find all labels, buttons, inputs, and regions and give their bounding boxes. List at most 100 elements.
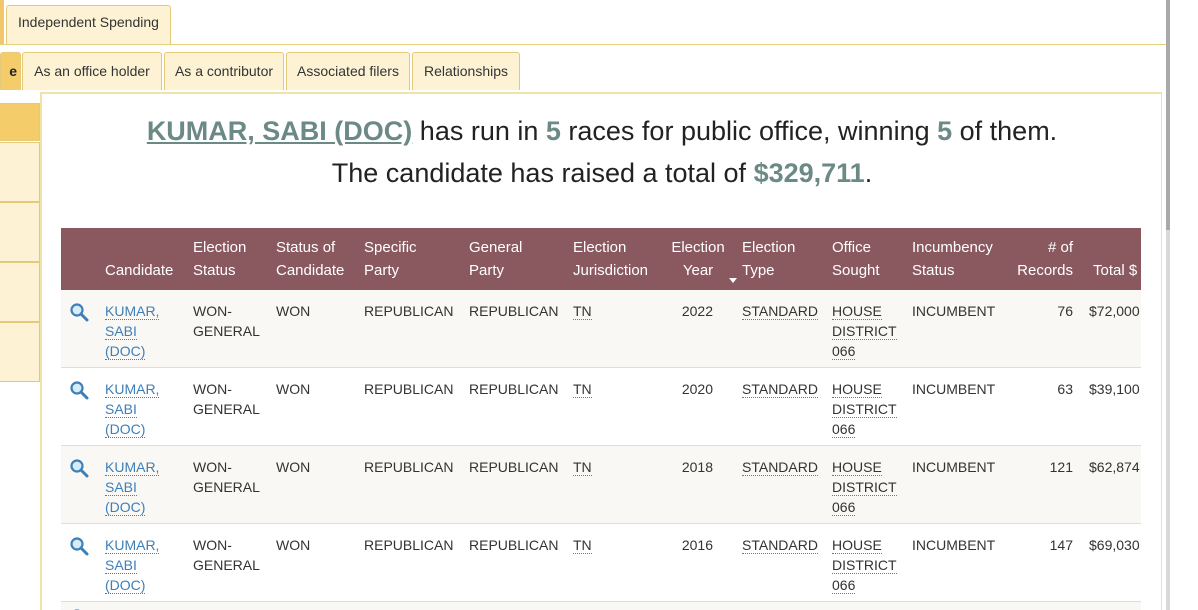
side-item-3[interactable]: [0, 202, 40, 262]
side-item-1[interactable]: [0, 103, 40, 141]
col-candidate[interactable]: Candidate: [105, 259, 173, 282]
type-cell: STANDARD: [742, 457, 818, 477]
col-status-of-candidate[interactable]: Status of Candidate: [276, 236, 344, 282]
table-row: [61, 602, 1141, 610]
specific-party-cell: REPUBLICAN: [364, 537, 454, 553]
candidate-link-l3[interactable]: (DOC): [105, 343, 146, 360]
tab-contributor[interactable]: As a contributor: [164, 52, 284, 90]
candidate-link-l3[interactable]: (DOC): [105, 421, 146, 438]
side-item-2[interactable]: [0, 142, 40, 202]
year-cell: 2022: [681, 303, 713, 319]
total-raised: $329,711: [753, 158, 865, 188]
election-status-l2: GENERAL: [193, 557, 260, 573]
col-election-status-l1: Election: [193, 239, 247, 256]
office-l2: DISTRICT: [832, 323, 897, 340]
col-records[interactable]: # of Records: [1007, 236, 1073, 282]
general-party-cell: REPUBLICAN: [469, 537, 559, 553]
col-general-party-l2: Party: [469, 262, 505, 279]
records-cell: 76: [1057, 303, 1073, 319]
jurisdiction-cell: TN: [573, 301, 592, 321]
top-tab-edge[interactable]: [0, 0, 4, 44]
col-specific-party[interactable]: Specific Party: [364, 236, 417, 282]
candidate-link-l1[interactable]: KUMAR,: [105, 459, 160, 476]
col-election-type[interactable]: Election Type: [742, 236, 795, 282]
status-cell: WON: [276, 459, 311, 475]
col-total[interactable]: Total $: [1093, 259, 1137, 282]
incumbency-cell: INCUMBENT: [912, 459, 996, 475]
tab-relationships[interactable]: Relationships: [412, 52, 520, 90]
election-status-l1: WON-: [193, 537, 232, 553]
tab-associated-filers[interactable]: Associated filers: [286, 52, 410, 90]
jurisdiction-cell: TN: [573, 457, 592, 477]
col-election-status[interactable]: Election Status: [193, 236, 246, 282]
total-cell: $69,030: [1089, 537, 1140, 553]
specific-party-cell: REPUBLICAN: [364, 303, 454, 319]
summary-line-1: KUMAR, SABI (DOC) has run in 5 races for…: [62, 110, 1142, 152]
col-office-sought[interactable]: Office Sought: [832, 236, 880, 282]
candidate-link-l1[interactable]: KUMAR,: [105, 381, 160, 398]
office-l1: HOUSE: [832, 459, 882, 476]
col-specific-party-l2: Party: [364, 262, 400, 279]
office-l2: DISTRICT: [832, 557, 897, 574]
tab-office-holder[interactable]: As an office holder: [22, 52, 162, 90]
col-incumbency[interactable]: Incumbency Status: [912, 236, 993, 282]
magnifier-icon[interactable]: [69, 458, 89, 478]
office-l3: 066: [832, 499, 856, 516]
candidate-link-l2[interactable]: SABI: [105, 323, 137, 340]
tab-active-partial[interactable]: e: [0, 52, 21, 90]
candidate-cell[interactable]: KUMAR, SABI (DOC): [105, 301, 160, 361]
candidate-link-l3[interactable]: (DOC): [105, 499, 146, 516]
table-row: KUMAR, SABI (DOC) WON- GENERAL WON REPUBLIC…: [61, 446, 1141, 524]
candidate-link-l1[interactable]: KUMAR,: [105, 537, 160, 554]
col-incumbency-l1: Incumbency: [912, 239, 993, 256]
candidate-link-l2[interactable]: SABI: [105, 479, 137, 496]
candidate-link-l2[interactable]: SABI: [105, 557, 137, 574]
summary-line-2: The candidate has raised a total of $329…: [62, 152, 1142, 194]
election-status-l2: GENERAL: [193, 401, 260, 417]
summary-text-4: The candidate has raised a total of: [331, 158, 754, 188]
col-jurisdiction[interactable]: Election Jurisdiction: [573, 236, 648, 282]
status-cell: WON: [276, 381, 311, 397]
col-election-year[interactable]: Election Year: [669, 236, 727, 282]
magnifier-icon[interactable]: [69, 536, 89, 556]
general-party-cell: REPUBLICAN: [469, 459, 559, 475]
candidate-link-l3[interactable]: (DOC): [105, 577, 146, 594]
magnifier-icon[interactable]: [69, 380, 89, 400]
election-status-cell: WON- GENERAL: [193, 457, 260, 497]
candidate-link-l2[interactable]: SABI: [105, 401, 137, 418]
summary-text-2: races for public office, winning: [560, 116, 938, 146]
jurisdiction-abbr: TN: [573, 381, 592, 398]
side-item-4[interactable]: [0, 262, 40, 322]
table-header: Candidate Election Status Status of Candid…: [61, 228, 1141, 290]
candidate-name-link[interactable]: KUMAR, SABI (DOC): [147, 116, 412, 146]
sub-tab-bar: e As an office holder As a contributor A…: [0, 52, 1168, 92]
magnifier-icon[interactable]: [69, 302, 89, 322]
office-l1: HOUSE: [832, 537, 882, 554]
general-party-cell: REPUBLICAN: [469, 381, 559, 397]
total-cell: $62,874: [1089, 459, 1140, 475]
col-incumbency-l2: Status: [912, 262, 955, 279]
year-cell: 2018: [681, 459, 713, 475]
candidate-cell[interactable]: KUMAR, SABI (DOC): [105, 457, 160, 517]
candidate-link-l1[interactable]: KUMAR,: [105, 303, 160, 320]
col-general-party[interactable]: General Party: [469, 236, 522, 282]
col-year-l1: Election: [671, 239, 725, 256]
candidate-summary: KUMAR, SABI (DOC) has run in 5 races for…: [62, 110, 1142, 194]
tab-independent-spending[interactable]: Independent Spending: [6, 5, 171, 44]
side-item-5[interactable]: [0, 322, 40, 382]
type-cell: STANDARD: [742, 379, 818, 399]
type-abbr: STANDARD: [742, 459, 818, 476]
sort-down-icon[interactable]: [729, 278, 737, 283]
races-table: Candidate Election Status Status of Candid…: [61, 228, 1141, 610]
candidate-cell[interactable]: KUMAR, SABI (DOC): [105, 535, 160, 595]
incumbency-cell: INCUMBENT: [912, 303, 996, 319]
jurisdiction-abbr: TN: [573, 537, 592, 554]
general-party-cell: REPUBLICAN: [469, 303, 559, 319]
office-cell: HOUSE DISTRICT 066: [832, 535, 897, 595]
candidate-cell[interactable]: KUMAR, SABI (DOC): [105, 379, 160, 439]
total-cell: $39,100: [1089, 381, 1140, 397]
type-cell: STANDARD: [742, 301, 818, 321]
summary-text-3: of them.: [952, 116, 1058, 146]
scrollbar-thumb[interactable]: [1166, 0, 1170, 230]
summary-text-1: has run in: [412, 116, 546, 146]
